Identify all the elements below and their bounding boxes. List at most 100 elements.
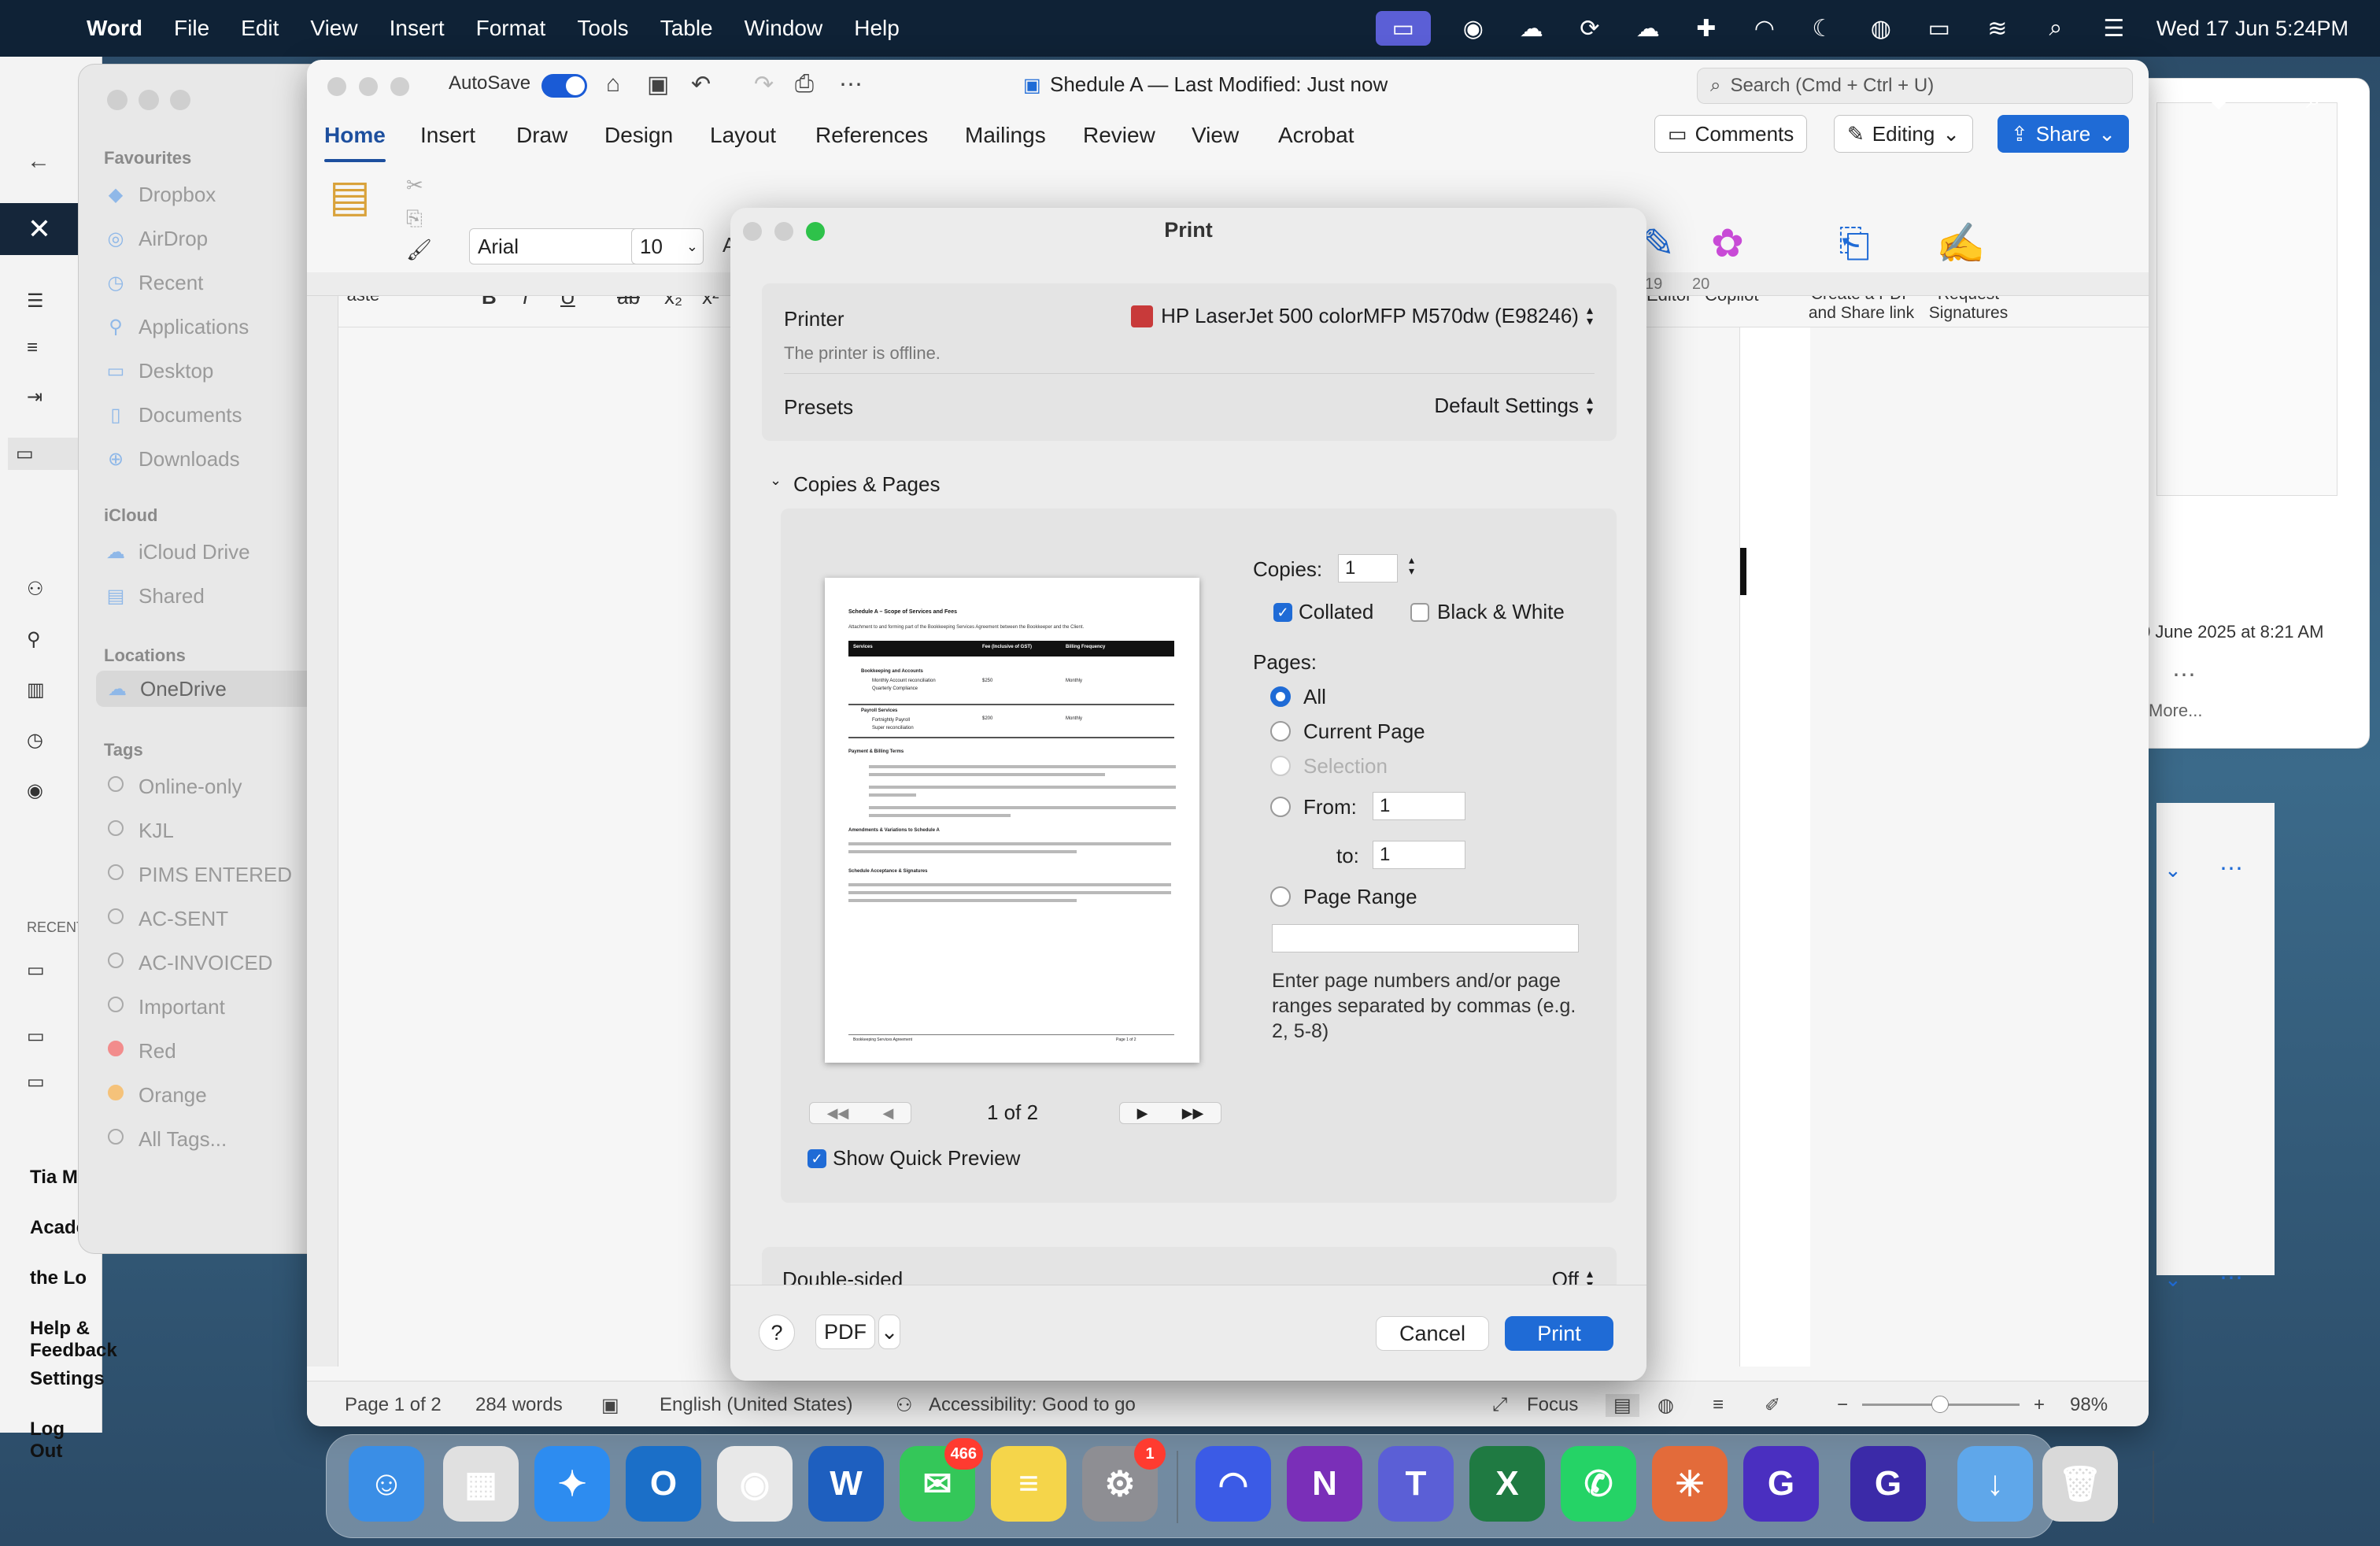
dock-downloads-icon[interactable]: ↓ [1957,1446,2033,1522]
dock-teams-icon[interactable]: T [1378,1446,1454,1522]
language-label[interactable]: English (United States) [660,1394,852,1416]
tab-insert[interactable]: Insert [420,123,475,148]
list-icon[interactable]: ≡ [27,337,38,359]
print-layout-icon[interactable]: ▤ [1606,1394,1639,1417]
show-quick-preview-checkbox[interactable]: ✓ [808,1149,826,1168]
dock-claude-icon[interactable]: ✳ [1652,1446,1728,1522]
zoom-level[interactable]: 98% [2070,1394,2108,1416]
tag-orange[interactable]: Orange [104,1077,332,1113]
tab-design[interactable]: Design [604,123,673,148]
dock-system-settings-icon[interactable]: ⚙ 1 [1082,1438,1166,1522]
dock-launchpad-icon[interactable]: ▦ [443,1446,519,1522]
more-icon[interactable]: ⋯ [2172,661,2196,689]
copies-input[interactable]: 1 [1338,554,1398,583]
previous-page-icon[interactable]: ◀ [883,1105,894,1122]
print-button[interactable]: Print [1505,1316,1613,1351]
sync-icon[interactable]: ⟳ [1574,15,1606,42]
record-icon[interactable]: ◉ [1458,15,1489,42]
sidebar-item-recent[interactable]: ◷ Recent [104,264,332,301]
comments-button[interactable]: ▭ Comments [1654,115,1808,153]
tab-mailings[interactable]: Mailings [965,123,1046,148]
screen-share-icon[interactable]: ▭ [1375,11,1431,46]
sidebar-item-applications[interactable]: ⚲ Applications [104,309,332,345]
tag-ac-sent[interactable]: AC-SENT [104,901,332,937]
tab-references[interactable]: References [815,123,928,148]
document-page[interactable] [1739,327,1810,1367]
editor-icon[interactable]: ✎ [1642,220,1675,266]
clock-icon[interactable]: ◷ [27,729,43,752]
page-from-radio[interactable] [1270,797,1291,817]
moon-icon[interactable]: ☾ [1807,15,1839,42]
sidebar-item-the-lo[interactable]: the Lo [30,1267,87,1289]
more-icon[interactable]: ⋯ [839,71,863,98]
menu-edit[interactable]: Edit [241,16,279,41]
settings-link[interactable]: Settings [30,1368,105,1390]
search-input[interactable]: ⌕ Search (Cmd + Ctrl + U) [1697,68,2133,104]
help-button[interactable]: ? [759,1315,795,1351]
undo-icon[interactable]: ↶ [691,71,711,98]
menu-window[interactable]: Window [745,16,823,41]
zoom-in-icon[interactable]: + [2034,1394,2045,1416]
page-to-input[interactable]: 1 [1373,841,1465,869]
sidebar-item-dropbox[interactable]: ◆ Dropbox [104,176,332,213]
page-range-radio[interactable] [1270,886,1291,907]
word-count[interactable]: 284 words [475,1394,563,1416]
word-minimize-button[interactable] [359,77,378,96]
print-icon[interactable]: ⎙ [795,71,814,98]
tab-draw[interactable]: Draw [516,123,567,148]
page-range-label[interactable]: Page Range [1303,885,1417,909]
dock-whatsapp-icon[interactable]: ✆ [1561,1446,1636,1522]
tag-online-only[interactable]: Online-only [104,768,332,804]
search-icon[interactable]: ⌕ [2040,15,2071,42]
dock-excel-icon[interactable]: X [1469,1446,1545,1522]
chevron-down-icon[interactable]: ⌄ [770,472,782,489]
copies-pages-section[interactable]: Copies & Pages [793,472,940,497]
copilot-icon[interactable]: ✿ [1711,220,1744,266]
preview-forward-buttons[interactable]: ▶ ▶▶ [1119,1102,1221,1124]
sidebar-item-icloud-drive[interactable]: ☁ iCloud Drive [104,534,332,570]
document-thumbnail[interactable] [2156,102,2338,496]
more-label[interactable]: More... [2149,701,2202,721]
menu-format[interactable]: Format [476,16,546,41]
vertical-ruler[interactable] [307,296,338,1367]
tab-home[interactable]: Home [324,123,386,162]
menu-file[interactable]: File [174,16,209,41]
presets-select[interactable]: Default Settings ▴ ▾ [1434,394,1593,418]
log-out-link[interactable]: Log Out [30,1418,102,1463]
accessibility-status[interactable]: Accessibility: Good to go [929,1394,1136,1416]
arc-icon[interactable]: ◠ [1749,15,1780,42]
dock-chrome-icon[interactable]: ◉ [717,1446,793,1522]
recent-item-icon[interactable]: ▭ [27,1071,45,1093]
import-icon[interactable]: ⇥ [27,386,42,409]
people-icon[interactable]: ⚇ [27,578,44,601]
tab-acrobat[interactable]: Acrobat [1278,123,1354,148]
next-page-icon[interactable]: ▶ [1137,1105,1148,1122]
search-icon[interactable]: ⌕ [2306,82,2322,116]
last-page-icon[interactable]: ▶▶ [1182,1105,1204,1122]
focus-label[interactable]: Focus [1527,1394,1578,1416]
collated-label[interactable]: Collated [1299,600,1373,624]
dock-trash-icon[interactable]: 🗑 [2042,1446,2118,1522]
collated-checkbox[interactable]: ✓ [1273,603,1292,622]
creative-cloud-icon[interactable]: ☁ [1516,15,1547,42]
pages-all-label[interactable]: All [1303,685,1326,709]
current-page-radio[interactable] [1270,721,1291,742]
printer-select[interactable]: HP LaserJet 500 colorMFP M570dw (E98246)… [1131,304,1593,328]
more-options-icon[interactable]: ⋯ [2219,855,2243,882]
black-white-checkbox[interactable] [1410,603,1429,622]
page-from-input[interactable]: 1 [1373,792,1465,820]
pages-all-radio[interactable] [1270,686,1291,707]
tab-layout[interactable]: Layout [710,123,776,148]
sidebar-item-downloads[interactable]: ⊕ Downloads [104,441,332,477]
first-page-icon[interactable]: ◀◀ [827,1105,849,1122]
tab-view[interactable]: View [1192,123,1239,148]
tag-red[interactable]: Red [104,1033,332,1069]
page-count[interactable]: Page 1 of 2 [345,1394,442,1416]
help-feedback-link[interactable]: Help & Feedback [30,1318,117,1362]
pdf-button[interactable]: PDF [815,1315,875,1349]
sidebar-item-tia[interactable]: Tia Ml [30,1167,83,1189]
font-size-select[interactable]: 10 ⌄ [631,228,704,264]
sidebar-item-documents[interactable]: ▯ Documents [104,397,332,433]
dock-onenote-icon[interactable]: N [1287,1446,1362,1522]
control-center-icon[interactable]: ☰ [2098,15,2130,42]
